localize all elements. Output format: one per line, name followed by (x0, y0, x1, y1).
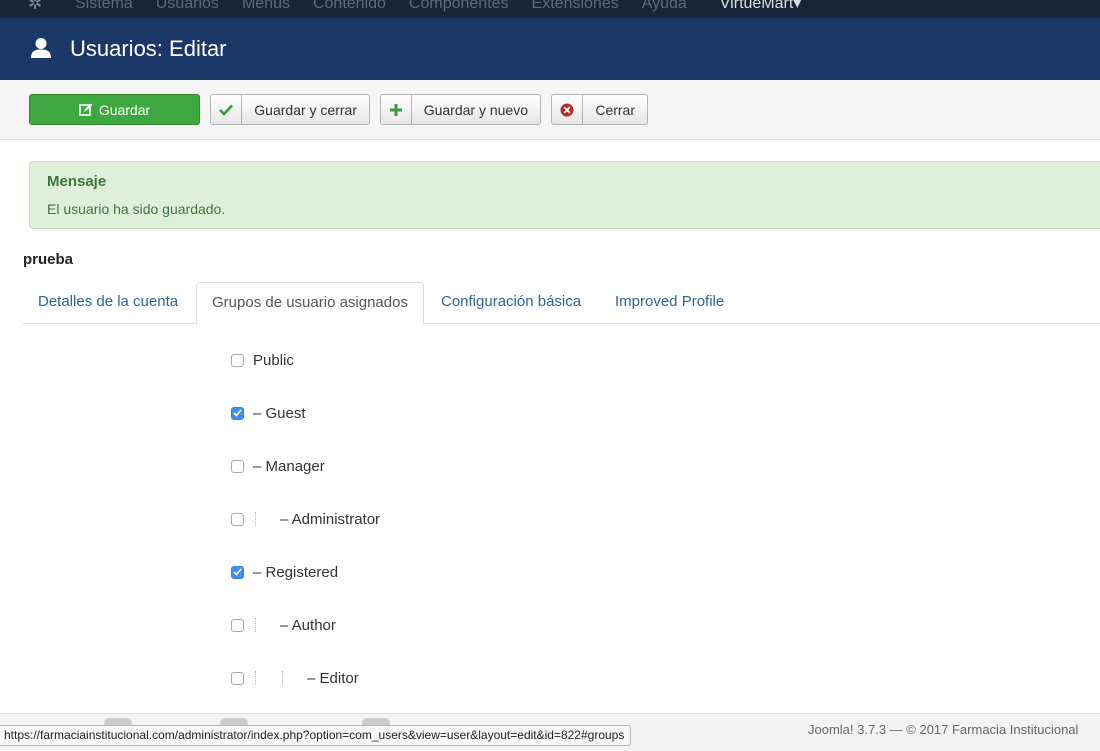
group-label: – Author (280, 616, 336, 634)
success-message: Mensaje El usuario ha sido guardado. (29, 161, 1100, 229)
group-checkbox[interactable] (231, 406, 244, 420)
message-heading: Mensaje (47, 173, 107, 190)
copyright-text: Joomla! 3.7.3 — © 2017 Farmacia Instituc… (808, 722, 1079, 737)
menu-item-virtuemart[interactable]: VirtueMart▾ (720, 0, 802, 14)
group-item-administrator[interactable]: – Administrator (231, 509, 380, 529)
top-navbar: ✲ Sistema Usuarios Menús Contenido Compo… (0, 0, 1100, 18)
group-checkbox[interactable] (231, 565, 244, 579)
user-icon (31, 38, 51, 58)
group-item-public[interactable]: Public (231, 350, 294, 370)
save-and-new-label: Guardar y nuevo (423, 101, 528, 118)
group-label: – Guest (253, 404, 306, 422)
save-and-close-label: Guardar y cerrar (254, 101, 357, 118)
tree-indent (280, 670, 307, 686)
cancel-icon (552, 95, 584, 124)
browser-status-url: https://farmaciainstitucional.com/admini… (0, 725, 632, 746)
page-title: Usuarios: Editar (70, 36, 227, 61)
checkmark-icon (233, 409, 242, 417)
group-label: – Manager (253, 457, 325, 475)
group-item-editor[interactable]: – Editor (231, 668, 359, 688)
menu-item-sistema[interactable]: Sistema (75, 0, 133, 14)
user-tabs: Detalles de la cuenta Grupos de usuario … (23, 282, 1100, 325)
group-checkbox[interactable] (231, 512, 244, 526)
joomla-logo-icon[interactable]: ✲ (28, 0, 48, 14)
save-button[interactable]: Guardar (29, 94, 200, 125)
group-item-registered[interactable]: – Registered (231, 562, 338, 582)
group-item-author[interactable]: – Author (231, 615, 336, 635)
save-and-close-button[interactable]: Guardar y cerrar (210, 94, 370, 125)
toolbar: Guardar Guardar y cerrar Guardar y nuevo… (0, 80, 1100, 140)
group-label: – Registered (253, 563, 339, 581)
tab-assigned-user-groups[interactable]: Grupos de usuario asignados (196, 282, 424, 325)
menu-item-usuarios[interactable]: Usuarios (156, 0, 219, 14)
page-header: Usuarios: Editar (0, 18, 1100, 80)
main-menu: Sistema Usuarios Menús Contenido Compone… (75, 0, 824, 14)
group-checkbox[interactable] (231, 353, 244, 367)
menu-item-ayuda[interactable]: Ayuda (642, 0, 687, 14)
group-label: Public (253, 351, 294, 369)
tree-indent (253, 670, 280, 686)
menu-item-componentes[interactable]: Componentes (409, 0, 509, 14)
menu-item-extensiones[interactable]: Extensiones (532, 0, 619, 14)
tab-account-details[interactable]: Detalles de la cuenta (23, 282, 193, 324)
save-button-label: Guardar (98, 101, 151, 118)
menu-item-menus[interactable]: Menús (242, 0, 290, 14)
tab-basic-settings[interactable]: Configuración básica (426, 282, 596, 324)
group-label: – Editor (307, 669, 359, 687)
group-checkbox[interactable] (231, 671, 244, 685)
close-button[interactable]: Cerrar (551, 94, 648, 125)
plus-icon (381, 95, 412, 124)
tab-improved-profile[interactable]: Improved Profile (600, 282, 739, 324)
tree-indent (253, 511, 280, 527)
save-and-new-button[interactable]: Guardar y nuevo (380, 94, 541, 125)
group-item-guest[interactable]: – Guest (231, 403, 306, 423)
check-icon (211, 95, 243, 124)
message-text: El usuario ha sido guardado. (47, 201, 226, 217)
checkmark-icon (233, 568, 242, 576)
group-checkbox[interactable] (231, 618, 244, 632)
group-checkbox[interactable] (231, 459, 244, 473)
tree-indent (253, 617, 280, 633)
group-item-manager[interactable]: – Manager (231, 456, 325, 476)
close-button-label: Cerrar (595, 101, 635, 118)
menu-item-contenido[interactable]: Contenido (313, 0, 386, 14)
edit-icon (79, 103, 93, 116)
group-label: – Administrator (280, 510, 381, 528)
user-name-heading: prueba (23, 251, 74, 268)
